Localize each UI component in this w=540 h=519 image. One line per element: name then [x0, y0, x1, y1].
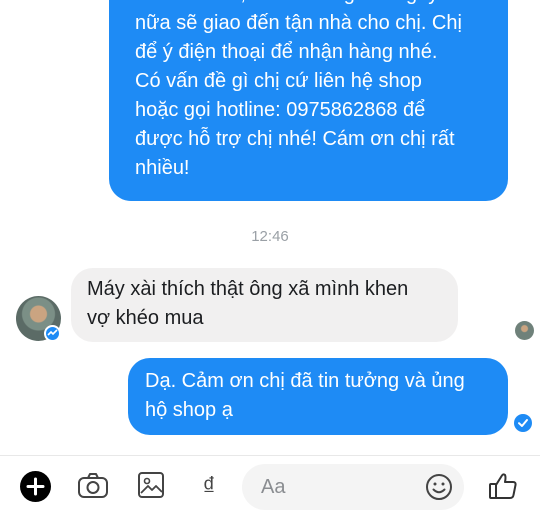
thumbs-up-icon[interactable]	[486, 469, 520, 503]
image-icon[interactable]	[136, 470, 166, 500]
seen-by-avatar	[515, 321, 534, 340]
message-timestamp: 12:46	[251, 228, 289, 245]
message-input[interactable]	[259, 464, 413, 510]
message-composer: ₫	[0, 455, 540, 519]
plus-icon[interactable]	[20, 471, 51, 502]
dong-icon[interactable]: ₫	[195, 468, 223, 504]
message-thread[interactable]: đi sớm nhất, sau khoảng 2-3 ngày nữa sẽ …	[0, 0, 540, 455]
outgoing-message-bubble[interactable]: Dạ. Cảm ơn chị đã tin tưởng và ủng hộ sh…	[128, 358, 508, 435]
messenger-badge-icon	[44, 325, 61, 342]
incoming-message-bubble[interactable]: Máy xài thích thật ông xã mình khen vợ k…	[71, 268, 458, 342]
message-input-field[interactable]	[242, 464, 464, 510]
outgoing-message-bubble[interactable]: đi sớm nhất, sau khoảng 2-3 ngày nữa sẽ …	[109, 0, 508, 201]
camera-icon[interactable]	[76, 469, 110, 503]
emoji-icon[interactable]	[424, 472, 454, 502]
delivered-check-icon	[514, 414, 532, 432]
